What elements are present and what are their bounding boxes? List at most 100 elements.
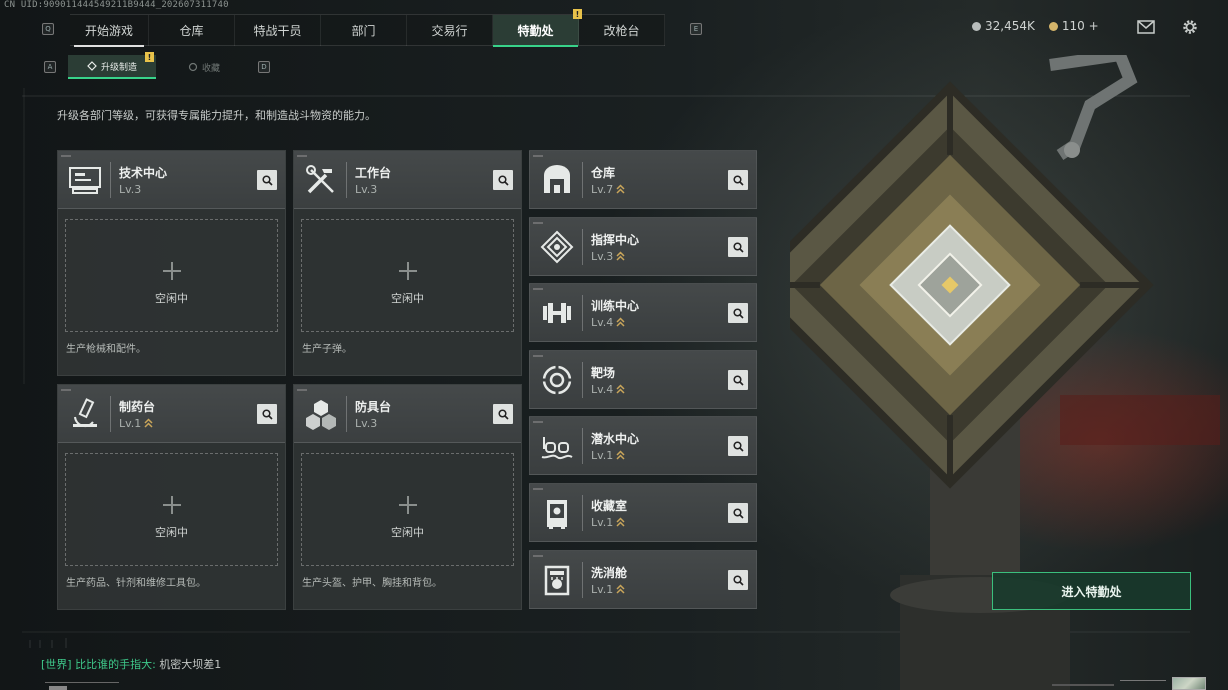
chat-message: 机密大坝差1 bbox=[159, 658, 222, 671]
bottom-hint bbox=[1120, 680, 1166, 690]
card-level: Lv.3 bbox=[355, 183, 378, 196]
plus-icon bbox=[399, 496, 417, 514]
plus-icon bbox=[399, 262, 417, 280]
tab-start-game[interactable]: 开始游戏 bbox=[70, 15, 149, 47]
search-icon bbox=[732, 174, 744, 186]
mail-icon[interactable] bbox=[1137, 20, 1155, 34]
card-level: Lv.7 bbox=[591, 183, 625, 196]
shower-icon bbox=[544, 565, 570, 596]
card-level: Lv.4 bbox=[591, 316, 625, 329]
enter-special-ops-button[interactable]: 进入特勤处 bbox=[992, 572, 1191, 610]
facility-card-command-center[interactable]: 指挥中心 Lv.3 bbox=[529, 217, 757, 276]
search-button[interactable] bbox=[493, 170, 513, 190]
boxes-icon bbox=[306, 400, 336, 430]
search-button[interactable] bbox=[728, 303, 748, 323]
production-slot[interactable]: 空闲中 bbox=[301, 219, 514, 332]
facility-card-training-center[interactable]: 训练中心 Lv.4 bbox=[529, 283, 757, 342]
search-button[interactable] bbox=[728, 170, 748, 190]
card-description: 生产药品、针剂和维修工具包。 bbox=[66, 578, 206, 589]
tab-trading-house[interactable]: 交易行 bbox=[407, 15, 493, 46]
search-button[interactable] bbox=[728, 436, 748, 456]
bottom-divider bbox=[1052, 684, 1114, 686]
card-title: 收藏室 bbox=[591, 499, 628, 513]
currency-bar: 32,454K 110 + bbox=[972, 19, 1099, 33]
tab-operators[interactable]: 特战干员 bbox=[235, 15, 321, 46]
search-icon bbox=[732, 507, 744, 519]
chat-input-bar[interactable] bbox=[45, 682, 119, 690]
facility-card-decontamination[interactable]: 洗消舱 Lv.1 bbox=[529, 550, 757, 609]
production-slot[interactable]: 空闲中 bbox=[301, 453, 514, 566]
slot-status: 空闲中 bbox=[391, 526, 424, 539]
card-title: 技术中心 bbox=[119, 166, 168, 180]
production-slot[interactable]: 空闲中 bbox=[65, 219, 278, 332]
gold-currency[interactable]: 110 + bbox=[1048, 19, 1099, 33]
production-card-armor-bench: 防具台 Lv.3 空闲中 生产头盔、护甲、胸挂和背包。 bbox=[293, 384, 522, 610]
search-button[interactable] bbox=[728, 370, 748, 390]
card-level: Lv.3 bbox=[591, 250, 625, 263]
key-hint-prev-subtab: A bbox=[44, 61, 56, 73]
tab-warehouse[interactable]: 仓库 bbox=[149, 15, 235, 46]
slot-status: 空闲中 bbox=[155, 526, 188, 539]
upgrade-arrow-icon bbox=[616, 184, 625, 194]
plus-icon bbox=[163, 262, 181, 280]
search-button[interactable] bbox=[257, 170, 277, 190]
collection-icon bbox=[188, 62, 198, 72]
silver-currency[interactable]: 32,454K bbox=[972, 19, 1035, 33]
chat-channel: [世界] bbox=[41, 658, 72, 671]
gear-icon[interactable] bbox=[1181, 18, 1199, 36]
silver-coin-icon bbox=[972, 22, 981, 31]
key-hint-next-subtab: D bbox=[258, 61, 270, 73]
card-header[interactable]: 防具台 Lv.3 bbox=[294, 385, 521, 443]
facility-card-warehouse[interactable]: 仓库 Lv.7 bbox=[529, 150, 757, 209]
card-title: 指挥中心 bbox=[591, 233, 640, 247]
tab-special-ops[interactable]: 特勤处 ! bbox=[493, 9, 582, 47]
upgrade-arrow-icon bbox=[616, 517, 625, 527]
card-header[interactable]: 技术中心 Lv.3 bbox=[58, 151, 285, 209]
upgrade-arrow-icon bbox=[616, 251, 625, 261]
subtab-collection[interactable]: 收藏 bbox=[160, 55, 248, 79]
search-icon bbox=[732, 241, 744, 253]
card-title: 制药台 bbox=[119, 400, 156, 414]
upgrade-arrow-icon bbox=[616, 584, 625, 594]
goggles-icon bbox=[541, 437, 573, 460]
microscope-icon bbox=[73, 398, 97, 428]
production-card-workbench: 工作台 Lv.3 空闲中 生产子弹。 bbox=[293, 150, 522, 376]
search-icon bbox=[732, 440, 744, 452]
facility-card-dive-center[interactable]: 潜水中心 Lv.1 bbox=[529, 416, 757, 475]
cabinet-icon bbox=[547, 500, 567, 529]
search-icon bbox=[732, 307, 744, 319]
search-button[interactable] bbox=[257, 404, 277, 424]
tab-department[interactable]: 部门 bbox=[321, 15, 407, 46]
production-card-pharmacy: 制药台 Lv.1 空闲中 生产药品、针剂和维修工具包。 bbox=[57, 384, 286, 610]
search-button[interactable] bbox=[493, 404, 513, 424]
search-button[interactable] bbox=[728, 503, 748, 523]
card-title: 潜水中心 bbox=[591, 432, 640, 446]
card-level: Lv.3 bbox=[119, 183, 142, 196]
search-button[interactable] bbox=[728, 237, 748, 257]
search-button[interactable] bbox=[728, 570, 748, 590]
card-title: 防具台 bbox=[355, 400, 392, 414]
facility-card-collection-room[interactable]: 收藏室 Lv.1 bbox=[529, 483, 757, 542]
slot-status: 空闲中 bbox=[391, 292, 424, 305]
slot-status: 空闲中 bbox=[155, 292, 188, 305]
card-level: Lv.1 bbox=[591, 583, 625, 596]
production-card-tech-center: 技术中心 Lv.3 空闲中 生产枪械和配件。 bbox=[57, 150, 286, 376]
craft-icon bbox=[87, 61, 97, 71]
upgrade-arrow-icon bbox=[616, 384, 625, 394]
facility-card-shooting-range[interactable]: 靶场 Lv.4 bbox=[529, 350, 757, 409]
card-header[interactable]: 工作台 Lv.3 bbox=[294, 151, 521, 209]
tab-gunsmith[interactable]: 改枪台 bbox=[579, 15, 665, 46]
chat-line[interactable]: [世界] 比比谁的手指大: 机密大坝差1 bbox=[41, 656, 221, 672]
card-title: 仓库 bbox=[591, 166, 616, 180]
alert-badge: ! bbox=[145, 52, 154, 62]
card-title: 工作台 bbox=[355, 166, 392, 180]
production-slot[interactable]: 空闲中 bbox=[65, 453, 278, 566]
target-icon bbox=[542, 365, 572, 395]
search-icon bbox=[261, 408, 273, 420]
avatar[interactable] bbox=[1172, 677, 1206, 690]
main-tabs: 开始游戏 仓库 特战干员 部门 交易行 特勤处 ! 改枪台 bbox=[70, 9, 665, 47]
subtab-upgrade-craft[interactable]: 升级制造 ! bbox=[68, 52, 156, 79]
card-header[interactable]: 制药台 Lv.1 bbox=[58, 385, 285, 443]
gold-coin-icon bbox=[1048, 22, 1058, 31]
card-level: Lv.1 bbox=[591, 516, 625, 529]
